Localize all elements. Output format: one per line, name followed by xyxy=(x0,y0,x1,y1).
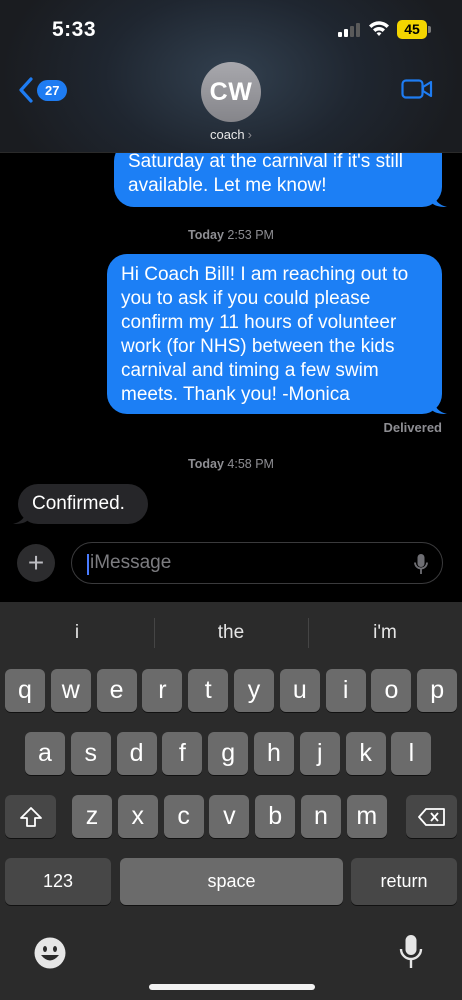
key-m[interactable]: m xyxy=(346,795,387,838)
contact-name[interactable]: coach › xyxy=(0,127,462,142)
message-line: work (for NHS) between the kids xyxy=(121,336,395,357)
contact-name-label: coach xyxy=(209,127,245,142)
home-indicator xyxy=(149,984,315,990)
apps-plus-button[interactable]: + xyxy=(17,544,55,582)
message-bubble-sent[interactable]: Hi Coach Bill! I am reaching out to you … xyxy=(107,254,447,414)
key-o[interactable]: o xyxy=(371,669,412,712)
message-line: carnival and timing a few swim xyxy=(121,360,379,381)
key-i[interactable]: i xyxy=(325,669,366,712)
key-l[interactable]: l xyxy=(391,732,432,775)
suggestion-item[interactable]: i'm xyxy=(308,622,462,644)
unread-count-badge: 27 xyxy=(37,79,68,101)
bubble-tail xyxy=(433,400,447,414)
bubble-tail xyxy=(13,510,27,524)
key-e[interactable]: e xyxy=(96,669,137,712)
shift-key[interactable] xyxy=(5,795,56,838)
message-bubble-received[interactable]: Confirmed. xyxy=(13,484,148,524)
delete-icon xyxy=(417,807,445,826)
back-button[interactable]: 27 xyxy=(18,76,70,104)
key-j[interactable]: j xyxy=(299,732,340,775)
battery-level: 45 xyxy=(397,20,427,39)
key-r[interactable]: r xyxy=(142,669,183,712)
key-x[interactable]: x xyxy=(117,795,158,838)
timestamp-time: 4:58 PM xyxy=(227,457,274,471)
key-s[interactable]: s xyxy=(70,732,111,775)
message-timestamp: Today 4:58 PM xyxy=(0,457,462,471)
dictation-microphone-icon[interactable] xyxy=(399,934,423,970)
wifi-icon xyxy=(369,21,389,36)
message-line: Confirmed. xyxy=(32,493,125,514)
key-g[interactable]: g xyxy=(208,732,249,775)
text-cursor xyxy=(87,554,89,575)
key-u[interactable]: u xyxy=(279,669,320,712)
cellular-signal-icon xyxy=(338,22,362,37)
key-t[interactable]: t xyxy=(188,669,229,712)
timestamp-time: 2:53 PM xyxy=(227,228,274,242)
shift-icon xyxy=(19,806,42,827)
message-placeholder: iMessage xyxy=(90,552,172,573)
message-line: meets. Thank you! -Monica xyxy=(121,384,350,405)
key-z[interactable]: z xyxy=(72,795,112,838)
suggestion-item[interactable]: i xyxy=(0,622,154,644)
key-a[interactable]: a xyxy=(25,732,65,775)
key-b[interactable]: b xyxy=(255,795,296,838)
message-timestamp: Today 2:53 PM xyxy=(0,228,462,242)
message-line: you to ask if you could please xyxy=(121,288,371,309)
key-q[interactable]: q xyxy=(5,669,45,712)
numbers-key[interactable]: 123 xyxy=(5,858,111,905)
message-input[interactable]: iMessage xyxy=(71,542,443,584)
suggestion-item[interactable]: the xyxy=(154,622,308,644)
key-d[interactable]: d xyxy=(116,732,157,775)
space-key[interactable]: space xyxy=(120,858,343,905)
key-p[interactable]: p xyxy=(417,669,458,712)
predictive-bar: i the i'm xyxy=(0,602,462,664)
contact-chevron-icon: › xyxy=(247,127,253,142)
message-line: Hi Coach Bill! I am reaching out to xyxy=(121,264,409,285)
battery-nub xyxy=(428,26,431,33)
key-n[interactable]: n xyxy=(301,795,341,838)
key-k[interactable]: k xyxy=(345,732,386,775)
key-v[interactable]: v xyxy=(209,795,250,838)
message-line: Saturday at the carnival if it's still xyxy=(128,151,404,172)
delivered-status: Delivered xyxy=(383,420,442,435)
key-h[interactable]: h xyxy=(254,732,294,775)
status-bar: 5:33 45 xyxy=(0,0,462,58)
status-time: 5:33 xyxy=(52,18,97,41)
emoji-icon[interactable] xyxy=(33,936,67,970)
video-camera-icon[interactable] xyxy=(401,78,433,100)
timestamp-day: Today xyxy=(188,228,224,242)
delete-key[interactable] xyxy=(406,795,457,838)
bubble-tail xyxy=(433,193,447,207)
battery-indicator: 45 xyxy=(397,20,431,39)
message-line: confirm my 11 hours of volunteer xyxy=(121,312,397,333)
chevron-left-icon xyxy=(19,77,33,103)
microphone-icon[interactable] xyxy=(414,553,428,575)
contact-avatar[interactable]: CW xyxy=(201,62,261,122)
key-c[interactable]: c xyxy=(163,795,204,838)
return-key[interactable]: return xyxy=(351,858,457,905)
timestamp-day: Today xyxy=(188,457,224,471)
key-f[interactable]: f xyxy=(162,732,203,775)
key-y[interactable]: y xyxy=(234,669,274,712)
message-line: available. Let me know! xyxy=(128,175,327,196)
key-w[interactable]: w xyxy=(50,669,91,712)
